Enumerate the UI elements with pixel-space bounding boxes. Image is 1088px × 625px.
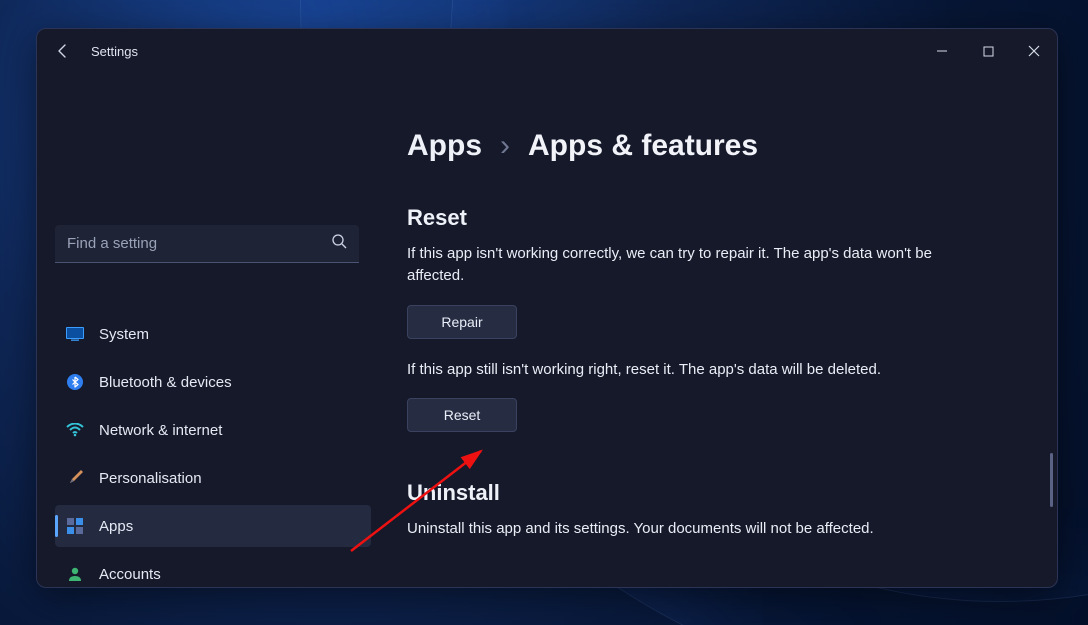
content-pane: Apps › Apps & features Reset If this app… (377, 73, 1057, 587)
sidebar-item-accounts[interactable]: Accounts (55, 553, 371, 587)
sidebar-item-label: Accounts (99, 566, 161, 583)
breadcrumb: Apps › Apps & features (407, 129, 1035, 163)
reset-button[interactable]: Reset (407, 398, 517, 432)
sidebar-item-bluetooth[interactable]: Bluetooth & devices (55, 361, 371, 403)
reset-description: If this app still isn't working right, r… (407, 359, 987, 381)
search-icon (331, 233, 347, 254)
maximize-button[interactable] (965, 29, 1011, 73)
sidebar-item-label: Apps (99, 518, 133, 535)
window-controls (919, 29, 1057, 73)
close-icon (1028, 45, 1040, 57)
repair-button[interactable]: Repair (407, 305, 517, 339)
sidebar-item-label: Bluetooth & devices (99, 374, 232, 391)
search-input[interactable] (67, 235, 331, 252)
apps-icon (65, 516, 85, 536)
wifi-icon (65, 420, 85, 440)
maximize-icon (983, 46, 994, 57)
sidebar-nav: System Bluetooth & devices Network & int… (55, 313, 371, 587)
app-title: Settings (91, 44, 138, 59)
uninstall-description: Uninstall this app and its settings. You… (407, 518, 987, 540)
reset-section-title: Reset (407, 205, 1035, 231)
back-button[interactable] (47, 35, 79, 67)
breadcrumb-parent[interactable]: Apps (407, 129, 482, 163)
uninstall-section-title: Uninstall (407, 480, 1035, 506)
arrow-left-icon (55, 43, 71, 59)
monitor-icon (65, 324, 85, 344)
bluetooth-icon (65, 372, 85, 392)
sidebar-item-network[interactable]: Network & internet (55, 409, 371, 451)
search-box[interactable] (55, 225, 359, 263)
sidebar-item-system[interactable]: System (55, 313, 371, 355)
content-scrollbar[interactable] (1050, 453, 1053, 507)
settings-window: Settings (36, 28, 1058, 588)
titlebar: Settings (37, 29, 1057, 73)
sidebar-item-apps[interactable]: Apps (55, 505, 371, 547)
sidebar-item-personalisation[interactable]: Personalisation (55, 457, 371, 499)
sidebar-item-label: Personalisation (99, 470, 202, 487)
minimize-button[interactable] (919, 29, 965, 73)
close-button[interactable] (1011, 29, 1057, 73)
repair-description: If this app isn't working correctly, we … (407, 243, 987, 287)
person-icon (65, 564, 85, 584)
sidebar: System Bluetooth & devices Network & int… (37, 73, 377, 587)
breadcrumb-current: Apps & features (528, 129, 758, 163)
paintbrush-icon (65, 468, 85, 488)
chevron-right-icon: › (500, 129, 510, 163)
sidebar-item-label: Network & internet (99, 422, 222, 439)
minimize-icon (936, 45, 948, 57)
sidebar-item-label: System (99, 326, 149, 343)
